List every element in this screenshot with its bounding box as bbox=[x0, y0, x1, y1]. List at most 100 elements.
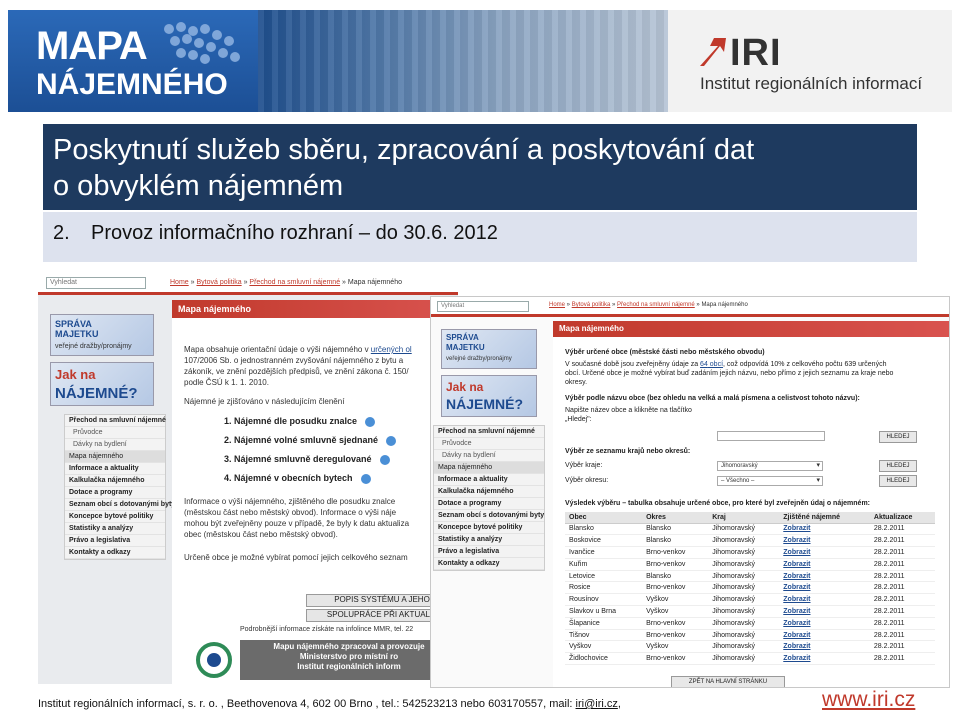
back-menu-item[interactable]: Kalkulačka nájemného bbox=[65, 475, 165, 487]
zobrazit-link[interactable]: Zobrazit bbox=[779, 558, 870, 571]
back-menu-item[interactable]: Průvodce bbox=[65, 427, 165, 439]
col-okres[interactable]: Okres bbox=[642, 512, 709, 524]
front-menu-item[interactable]: Seznam obcí s dotovanými byty bbox=[434, 510, 544, 522]
front-menu-item[interactable]: Dávky na bydlení bbox=[434, 450, 544, 462]
back-menu-item[interactable]: Dotace a programy bbox=[65, 487, 165, 499]
zobrazit-link[interactable]: Zobrazit bbox=[779, 605, 870, 618]
back-bullet-1[interactable]: 1. Nájemné dle posudku znalce bbox=[224, 416, 454, 435]
table-cell: Brno-venkov bbox=[642, 617, 709, 630]
back-menu-item[interactable]: Mapa nájemného bbox=[65, 451, 165, 463]
footer-mail-link[interactable]: iri@iri.cz bbox=[576, 698, 618, 710]
back-intro-link[interactable]: určených ol bbox=[371, 345, 412, 354]
back-menu-item[interactable]: Koncepce bytové politiky bbox=[65, 511, 165, 523]
front-hledej-button-2[interactable]: HLEDEJ bbox=[879, 460, 917, 472]
back-menu-item[interactable]: Informace a aktuality bbox=[65, 463, 165, 475]
back-info-2: (městskou část nebo městský obvod). Info… bbox=[184, 508, 397, 517]
zobrazit-link[interactable]: Zobrazit bbox=[779, 546, 870, 559]
website-screenshot-back: Vyhledat Home » Bytová politika » Přecho… bbox=[38, 272, 458, 684]
info-icon[interactable] bbox=[360, 473, 371, 484]
front-back-home-button[interactable]: ZPĚT NA HLAVNÍ STRÁNKU bbox=[671, 676, 785, 687]
col-kraj[interactable]: Kraj bbox=[708, 512, 780, 524]
table-cell: Jihomoravský bbox=[708, 570, 780, 583]
footer-url-link[interactable]: www.iri.cz bbox=[822, 688, 915, 712]
front-result-table: Obec Okres Kraj Zjištěné nájemné Aktuali… bbox=[565, 512, 935, 666]
zobrazit-link[interactable]: Zobrazit bbox=[779, 523, 870, 536]
iri-mark-text: IRI bbox=[730, 32, 782, 74]
front-menu-item[interactable]: Právo a legislativa bbox=[434, 546, 544, 558]
zobrazit-link[interactable]: Zobrazit bbox=[779, 581, 870, 595]
front-kraj-label: Výběr kraje: bbox=[565, 462, 603, 469]
back-menu-item[interactable]: Dávky na bydlení bbox=[65, 439, 165, 451]
info-icon[interactable] bbox=[379, 454, 390, 465]
back-search-input[interactable]: Vyhledat bbox=[46, 277, 146, 289]
front-hledej-button-1[interactable]: HLEDEJ bbox=[879, 431, 917, 443]
back-menu-item[interactable]: Přechod na smluvní nájemné bbox=[65, 415, 166, 427]
front-menu-item[interactable]: Přechod na smluvní nájemné bbox=[434, 426, 544, 438]
front-menu-item[interactable]: Kalkulačka nájemného bbox=[434, 486, 544, 498]
table-cell: Blansko bbox=[565, 523, 643, 536]
back-bullet-2[interactable]: 2. Nájemné volné smluvně sjednané bbox=[224, 435, 454, 454]
front-kraj-select[interactable]: Jihomoravský bbox=[717, 461, 823, 471]
info-icon[interactable] bbox=[386, 435, 397, 446]
back-bc-prechod[interactable]: Přechod na smluvní nájemné bbox=[249, 279, 340, 286]
front-s1-l3: okresy. bbox=[565, 379, 588, 386]
col-aktualizace[interactable]: Aktualizace bbox=[869, 512, 935, 524]
table-cell: Jihomoravský bbox=[708, 534, 780, 548]
table-cell: Tišnov bbox=[565, 629, 643, 642]
front-panel-title: Mapa nájemného bbox=[553, 321, 949, 337]
zobrazit-link[interactable]: Zobrazit bbox=[779, 534, 870, 548]
back-menu-item[interactable]: Seznam obcí s dotovanými byty bbox=[65, 499, 175, 511]
col-obec[interactable]: Obec bbox=[565, 512, 643, 524]
zobrazit-link[interactable]: Zobrazit bbox=[779, 652, 870, 666]
front-menu-item[interactable]: Koncepce bytové politiky bbox=[434, 522, 544, 534]
front-menu-item[interactable]: Mapa nájemného bbox=[434, 462, 544, 474]
back-info-3: mohou být zveřejněny pouze v případě, že… bbox=[184, 519, 410, 528]
back-menu-item[interactable]: Právo a legislativa bbox=[65, 535, 165, 547]
table-cell: Židlochovice bbox=[565, 652, 643, 666]
front-bc-bytova[interactable]: Bytová politika bbox=[572, 302, 611, 308]
table-cell: 28.2.2011 bbox=[869, 546, 935, 559]
iri-full-name: Institut regionálních informací bbox=[700, 74, 923, 93]
back-bc-bytova[interactable]: Bytová politika bbox=[196, 279, 241, 286]
zobrazit-link[interactable]: Zobrazit bbox=[779, 570, 870, 583]
front-search-input[interactable]: Vyhledat bbox=[437, 301, 529, 312]
col-najemne[interactable]: Zjištěné nájemné bbox=[779, 512, 870, 524]
front-menu-item[interactable]: Dotace a programy bbox=[434, 498, 544, 510]
back-sprava-majetku-banner[interactable]: SPRÁVA MAJETKU veřejné dražby/pronájmy bbox=[50, 314, 154, 356]
front-menu-item[interactable]: Informace a aktuality bbox=[434, 474, 544, 486]
table-cell: 28.2.2011 bbox=[869, 640, 935, 654]
front-hledej-button-3[interactable]: HLEDEJ bbox=[879, 475, 917, 487]
iri-arrow-icon bbox=[700, 38, 726, 66]
zobrazit-link[interactable]: Zobrazit bbox=[779, 629, 870, 642]
back-bullet-1-label: 1. Nájemné dle posudku znalce bbox=[224, 416, 358, 426]
front-menu-item[interactable]: Kontakty a odkazy bbox=[434, 558, 544, 570]
back-jak-na-najemne-banner[interactable]: Jak na NÁJEMNÉ? bbox=[50, 362, 154, 406]
info-icon[interactable] bbox=[365, 416, 376, 427]
front-obec-name-input[interactable] bbox=[717, 431, 825, 441]
front-menu-item[interactable]: Statistiky a analýzy bbox=[434, 534, 544, 546]
front-okres-label: Výběr okresu: bbox=[565, 477, 609, 484]
back-bullet-4[interactable]: 4. Nájemné v obecních bytech bbox=[224, 473, 454, 492]
back-info-4: obec (městskou část nebo městský obvod). bbox=[184, 530, 338, 539]
front-okres-select[interactable]: – Všechno – bbox=[717, 476, 823, 486]
back-menu-item[interactable]: Statistiky a analýzy bbox=[65, 523, 165, 535]
front-menu-item[interactable]: Průvodce bbox=[434, 438, 544, 450]
back-bullet-4-label: 4. Nájemné v obecních bytech bbox=[224, 473, 353, 483]
front-s1-obci-link[interactable]: obcí bbox=[708, 361, 723, 368]
front-bc-prechod[interactable]: Přechod na smluvní nájemné bbox=[617, 302, 695, 308]
zobrazit-link[interactable]: Zobrazit bbox=[779, 640, 870, 654]
zobrazit-link[interactable]: Zobrazit bbox=[779, 617, 870, 630]
back-bullet-3[interactable]: 3. Nájemné smluvně deregulované bbox=[224, 454, 454, 473]
back-bc-home[interactable]: Home bbox=[170, 279, 189, 286]
back-menu-item[interactable]: Kontakty a odkazy bbox=[65, 547, 165, 559]
front-jak-na-najemne-banner[interactable]: Jak na NÁJEMNÉ? bbox=[441, 375, 537, 417]
subtitle-text: Provoz informačního rozhraní – do 30.6. … bbox=[91, 222, 498, 244]
front-sprava-majetku-banner[interactable]: SPRÁVA MAJETKU veřejné dražby/pronájmy bbox=[441, 329, 537, 369]
back-mmr-1: Mapu nájemného zpracoval a provozuje bbox=[273, 642, 425, 651]
table-row: Ivančice Brno-venkov Jihomoravský Zobrazit 2… bbox=[565, 546, 935, 559]
back-choose-text: Určeně obce je možné vybírat pomocí jeji… bbox=[184, 553, 408, 562]
table-cell: Rousínov bbox=[565, 593, 643, 607]
front-bc-home[interactable]: Home bbox=[549, 302, 565, 308]
front-s1-count-link[interactable]: 64 bbox=[700, 361, 708, 368]
zobrazit-link[interactable]: Zobrazit bbox=[779, 593, 870, 607]
